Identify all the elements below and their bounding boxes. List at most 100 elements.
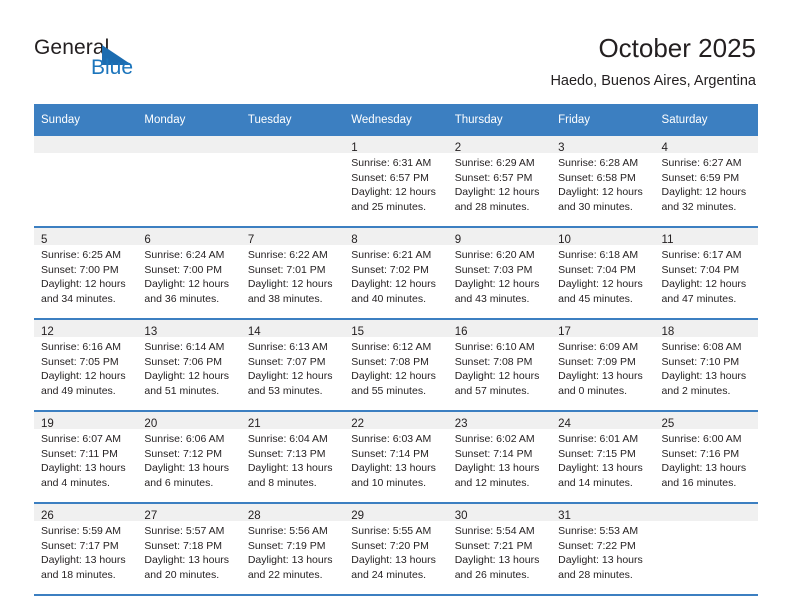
calendar-day-cell[interactable]: 10 Sunrise: 6:18 AM Sunset: 7:04 PM Dayligh… bbox=[551, 227, 655, 320]
day-detail-line: and 55 minutes. bbox=[351, 384, 426, 397]
day-number-band: 4 bbox=[654, 136, 758, 154]
day-detail-line: Sunrise: 6:22 AM bbox=[247, 249, 328, 261]
weekday-header-monday: Monday bbox=[137, 104, 241, 136]
day-detail-line: Sunset: 7:15 PM bbox=[558, 447, 636, 460]
day-detail-line: Sunset: 7:02 PM bbox=[351, 263, 429, 276]
calendar-day-cell[interactable]: 13 Sunrise: 6:14 AM Sunset: 7:06 PM Dayligh… bbox=[137, 319, 241, 412]
calendar-day-cell[interactable]: 25 Sunrise: 6:00 AM Sunset: 7:16 PM Dayligh… bbox=[654, 411, 758, 504]
calendar-day-cell[interactable]: 3 Sunrise: 6:28 AM Sunset: 6:58 PM Daylight… bbox=[551, 136, 655, 228]
day-detail-line: and 18 minutes. bbox=[41, 568, 116, 581]
calendar-day-cell[interactable]: 19 Sunrise: 6:07 AM Sunset: 7:11 PM Dayligh… bbox=[34, 411, 138, 504]
calendar-week-row: 26 Sunrise: 5:59 AM Sunset: 7:17 PM Dayligh… bbox=[34, 503, 758, 596]
day-detail-line: Sunrise: 6:13 AM bbox=[247, 341, 328, 353]
day-detail-line: and 24 minutes. bbox=[351, 568, 426, 581]
calendar-week-row: 12 Sunrise: 6:16 AM Sunset: 7:05 PM Dayligh… bbox=[34, 319, 758, 412]
day-detail-line: and 0 minutes. bbox=[558, 384, 627, 397]
day-detail-line: Sunset: 7:07 PM bbox=[247, 355, 326, 368]
calendar-day-cell[interactable]: 22 Sunrise: 6:03 AM Sunset: 7:14 PM Dayligh… bbox=[344, 411, 448, 504]
day-number: 23 bbox=[454, 418, 468, 430]
day-number-band: 29 bbox=[344, 504, 448, 522]
day-number-band: 8 bbox=[344, 228, 448, 246]
day-detail-text: Sunrise: 6:09 AM Sunset: 7:09 PM Daylight:… bbox=[551, 337, 654, 398]
day-detail-line: Sunrise: 6:04 AM bbox=[247, 433, 328, 445]
calendar-week-row: 5 Sunrise: 6:25 AM Sunset: 7:00 PM Daylight… bbox=[34, 227, 758, 320]
calendar-day-cell[interactable]: 9 Sunrise: 6:20 AM Sunset: 7:03 PM Daylight… bbox=[447, 227, 552, 320]
calendar-day-cell[interactable]: 30 Sunrise: 5:54 AM Sunset: 7:21 PM Dayligh… bbox=[447, 503, 552, 596]
calendar-grid: Sunday Monday Tuesday Wednesday Thursday Frid… bbox=[34, 104, 758, 596]
day-detail-line: Sunset: 7:20 PM bbox=[351, 539, 429, 552]
day-detail-line: Daylight: 12 hours bbox=[41, 370, 126, 383]
calendar-day-cell[interactable]: 4 Sunrise: 6:27 AM Sunset: 6:59 PM Daylight… bbox=[654, 136, 758, 228]
day-detail-line: Daylight: 12 hours bbox=[41, 278, 126, 291]
calendar-day-cell[interactable]: 29 Sunrise: 5:55 AM Sunset: 7:20 PM Dayligh… bbox=[344, 503, 448, 596]
day-detail-text: Sunrise: 6:12 AM Sunset: 7:08 PM Daylight:… bbox=[344, 337, 447, 398]
day-number-band: 20 bbox=[137, 412, 241, 430]
day-detail-text: Sunrise: 6:31 AM Sunset: 6:57 PM Daylight:… bbox=[344, 153, 447, 214]
calendar-day-cell[interactable]: 14 Sunrise: 6:13 AM Sunset: 7:07 PM Dayligh… bbox=[240, 319, 345, 412]
day-detail-line: Sunset: 7:10 PM bbox=[661, 355, 740, 368]
day-detail-line: Sunset: 7:22 PM bbox=[558, 539, 636, 552]
calendar-day-cell[interactable]: 7 Sunrise: 6:22 AM Sunset: 7:01 PM Daylight… bbox=[240, 227, 345, 320]
calendar-day-cell[interactable]: 21 Sunrise: 6:04 AM Sunset: 7:13 PM Dayligh… bbox=[240, 411, 345, 504]
day-detail-line: Sunset: 7:09 PM bbox=[558, 355, 636, 368]
day-detail-line: Sunrise: 6:31 AM bbox=[351, 157, 432, 169]
day-detail-line: and 43 minutes. bbox=[454, 292, 530, 305]
day-detail-line: and 16 minutes. bbox=[661, 476, 737, 489]
day-number-band: 24 bbox=[551, 412, 655, 430]
calendar-day-cell[interactable]: 26 Sunrise: 5:59 AM Sunset: 7:17 PM Dayligh… bbox=[34, 503, 138, 596]
day-number-band: 21 bbox=[240, 412, 345, 430]
day-detail-line: Daylight: 13 hours bbox=[558, 462, 643, 475]
day-detail-line: Daylight: 12 hours bbox=[661, 186, 747, 199]
calendar-day-cell[interactable]: 5 Sunrise: 6:25 AM Sunset: 7:00 PM Daylight… bbox=[34, 227, 138, 320]
day-number-band: 6 bbox=[137, 228, 241, 246]
day-detail-text: Sunrise: 6:17 AM Sunset: 7:04 PM Daylight:… bbox=[655, 245, 758, 306]
calendar-day-cell[interactable]: 20 Sunrise: 6:06 AM Sunset: 7:12 PM Dayligh… bbox=[137, 411, 241, 504]
day-number: 28 bbox=[247, 510, 261, 522]
calendar-day-cell[interactable]: 15 Sunrise: 6:12 AM Sunset: 7:08 PM Dayligh… bbox=[344, 319, 448, 412]
day-detail-line: Sunset: 6:57 PM bbox=[454, 171, 533, 184]
calendar-day-cell[interactable]: 23 Sunrise: 6:02 AM Sunset: 7:14 PM Dayligh… bbox=[447, 411, 552, 504]
day-number-band: 3 bbox=[551, 136, 655, 154]
day-detail-line: Daylight: 13 hours bbox=[454, 554, 540, 567]
calendar-day-cell[interactable]: 27 Sunrise: 5:57 AM Sunset: 7:18 PM Dayligh… bbox=[137, 503, 241, 596]
day-detail-text: Sunrise: 6:06 AM Sunset: 7:12 PM Daylight:… bbox=[137, 429, 240, 490]
day-detail-line: and 20 minutes. bbox=[144, 568, 220, 581]
calendar-day-cell[interactable]: 24 Sunrise: 6:01 AM Sunset: 7:15 PM Dayligh… bbox=[551, 411, 655, 504]
day-detail-line: Sunrise: 6:14 AM bbox=[144, 341, 225, 353]
day-detail-text: Sunrise: 6:00 AM Sunset: 7:16 PM Daylight:… bbox=[655, 429, 758, 490]
day-detail-line: Daylight: 13 hours bbox=[41, 462, 126, 475]
day-detail-text: Sunrise: 6:27 AM Sunset: 6:59 PM Daylight:… bbox=[655, 153, 758, 214]
day-detail-line: Sunset: 7:00 PM bbox=[41, 263, 119, 276]
day-detail-line: Sunset: 7:08 PM bbox=[454, 355, 533, 368]
day-number-band: 25 bbox=[654, 412, 758, 430]
calendar-day-cell[interactable]: 17 Sunrise: 6:09 AM Sunset: 7:09 PM Dayligh… bbox=[551, 319, 655, 412]
day-detail-text: Sunrise: 5:56 AM Sunset: 7:19 PM Daylight:… bbox=[241, 521, 344, 582]
day-detail-text: Sunrise: 6:04 AM Sunset: 7:13 PM Daylight:… bbox=[241, 429, 344, 490]
day-detail-line: and 36 minutes. bbox=[144, 292, 220, 305]
general-blue-logo[interactable]: General Blue bbox=[34, 36, 234, 88]
calendar-day-cell[interactable]: 18 Sunrise: 6:08 AM Sunset: 7:10 PM Dayligh… bbox=[654, 319, 758, 412]
day-number-band: 2 bbox=[447, 136, 552, 154]
calendar-day-cell[interactable]: 1 Sunrise: 6:31 AM Sunset: 6:57 PM Daylight… bbox=[344, 136, 448, 228]
calendar-day-cell[interactable]: 8 Sunrise: 6:21 AM Sunset: 7:02 PM Daylight… bbox=[344, 227, 448, 320]
day-detail-line: and 22 minutes. bbox=[247, 568, 323, 581]
day-detail-line: Daylight: 13 hours bbox=[351, 462, 436, 475]
calendar-week-row: 19 Sunrise: 6:07 AM Sunset: 7:11 PM Dayligh… bbox=[34, 411, 758, 504]
calendar-day-cell[interactable]: 11 Sunrise: 6:17 AM Sunset: 7:04 PM Dayligh… bbox=[654, 227, 758, 320]
day-number: 10 bbox=[558, 234, 571, 246]
calendar-day-cell[interactable]: 31 Sunrise: 5:53 AM Sunset: 7:22 PM Dayligh… bbox=[551, 503, 655, 596]
day-detail-line: Sunset: 7:05 PM bbox=[41, 355, 119, 368]
day-detail-line: Sunset: 7:11 PM bbox=[41, 447, 118, 460]
day-number-band bbox=[34, 136, 138, 153]
day-detail-line: Daylight: 12 hours bbox=[351, 278, 436, 291]
calendar-day-cell[interactable]: 28 Sunrise: 5:56 AM Sunset: 7:19 PM Dayligh… bbox=[240, 503, 345, 596]
day-number: 26 bbox=[41, 510, 54, 522]
calendar-day-cell[interactable]: 16 Sunrise: 6:10 AM Sunset: 7:08 PM Dayligh… bbox=[447, 319, 552, 412]
calendar-day-cell[interactable]: 2 Sunrise: 6:29 AM Sunset: 6:57 PM Daylight… bbox=[447, 136, 552, 228]
calendar-day-cell[interactable]: 12 Sunrise: 6:16 AM Sunset: 7:05 PM Dayligh… bbox=[34, 319, 138, 412]
logo-text-blue: Blue bbox=[91, 56, 134, 79]
page-header: General Blue October 2025 Haedo, Buenos … bbox=[0, 0, 792, 104]
calendar-day-cell[interactable]: 6 Sunrise: 6:24 AM Sunset: 7:00 PM Daylight… bbox=[137, 227, 241, 320]
day-detail-line: and 14 minutes. bbox=[558, 476, 633, 489]
day-detail-line: Sunset: 6:58 PM bbox=[558, 171, 636, 184]
